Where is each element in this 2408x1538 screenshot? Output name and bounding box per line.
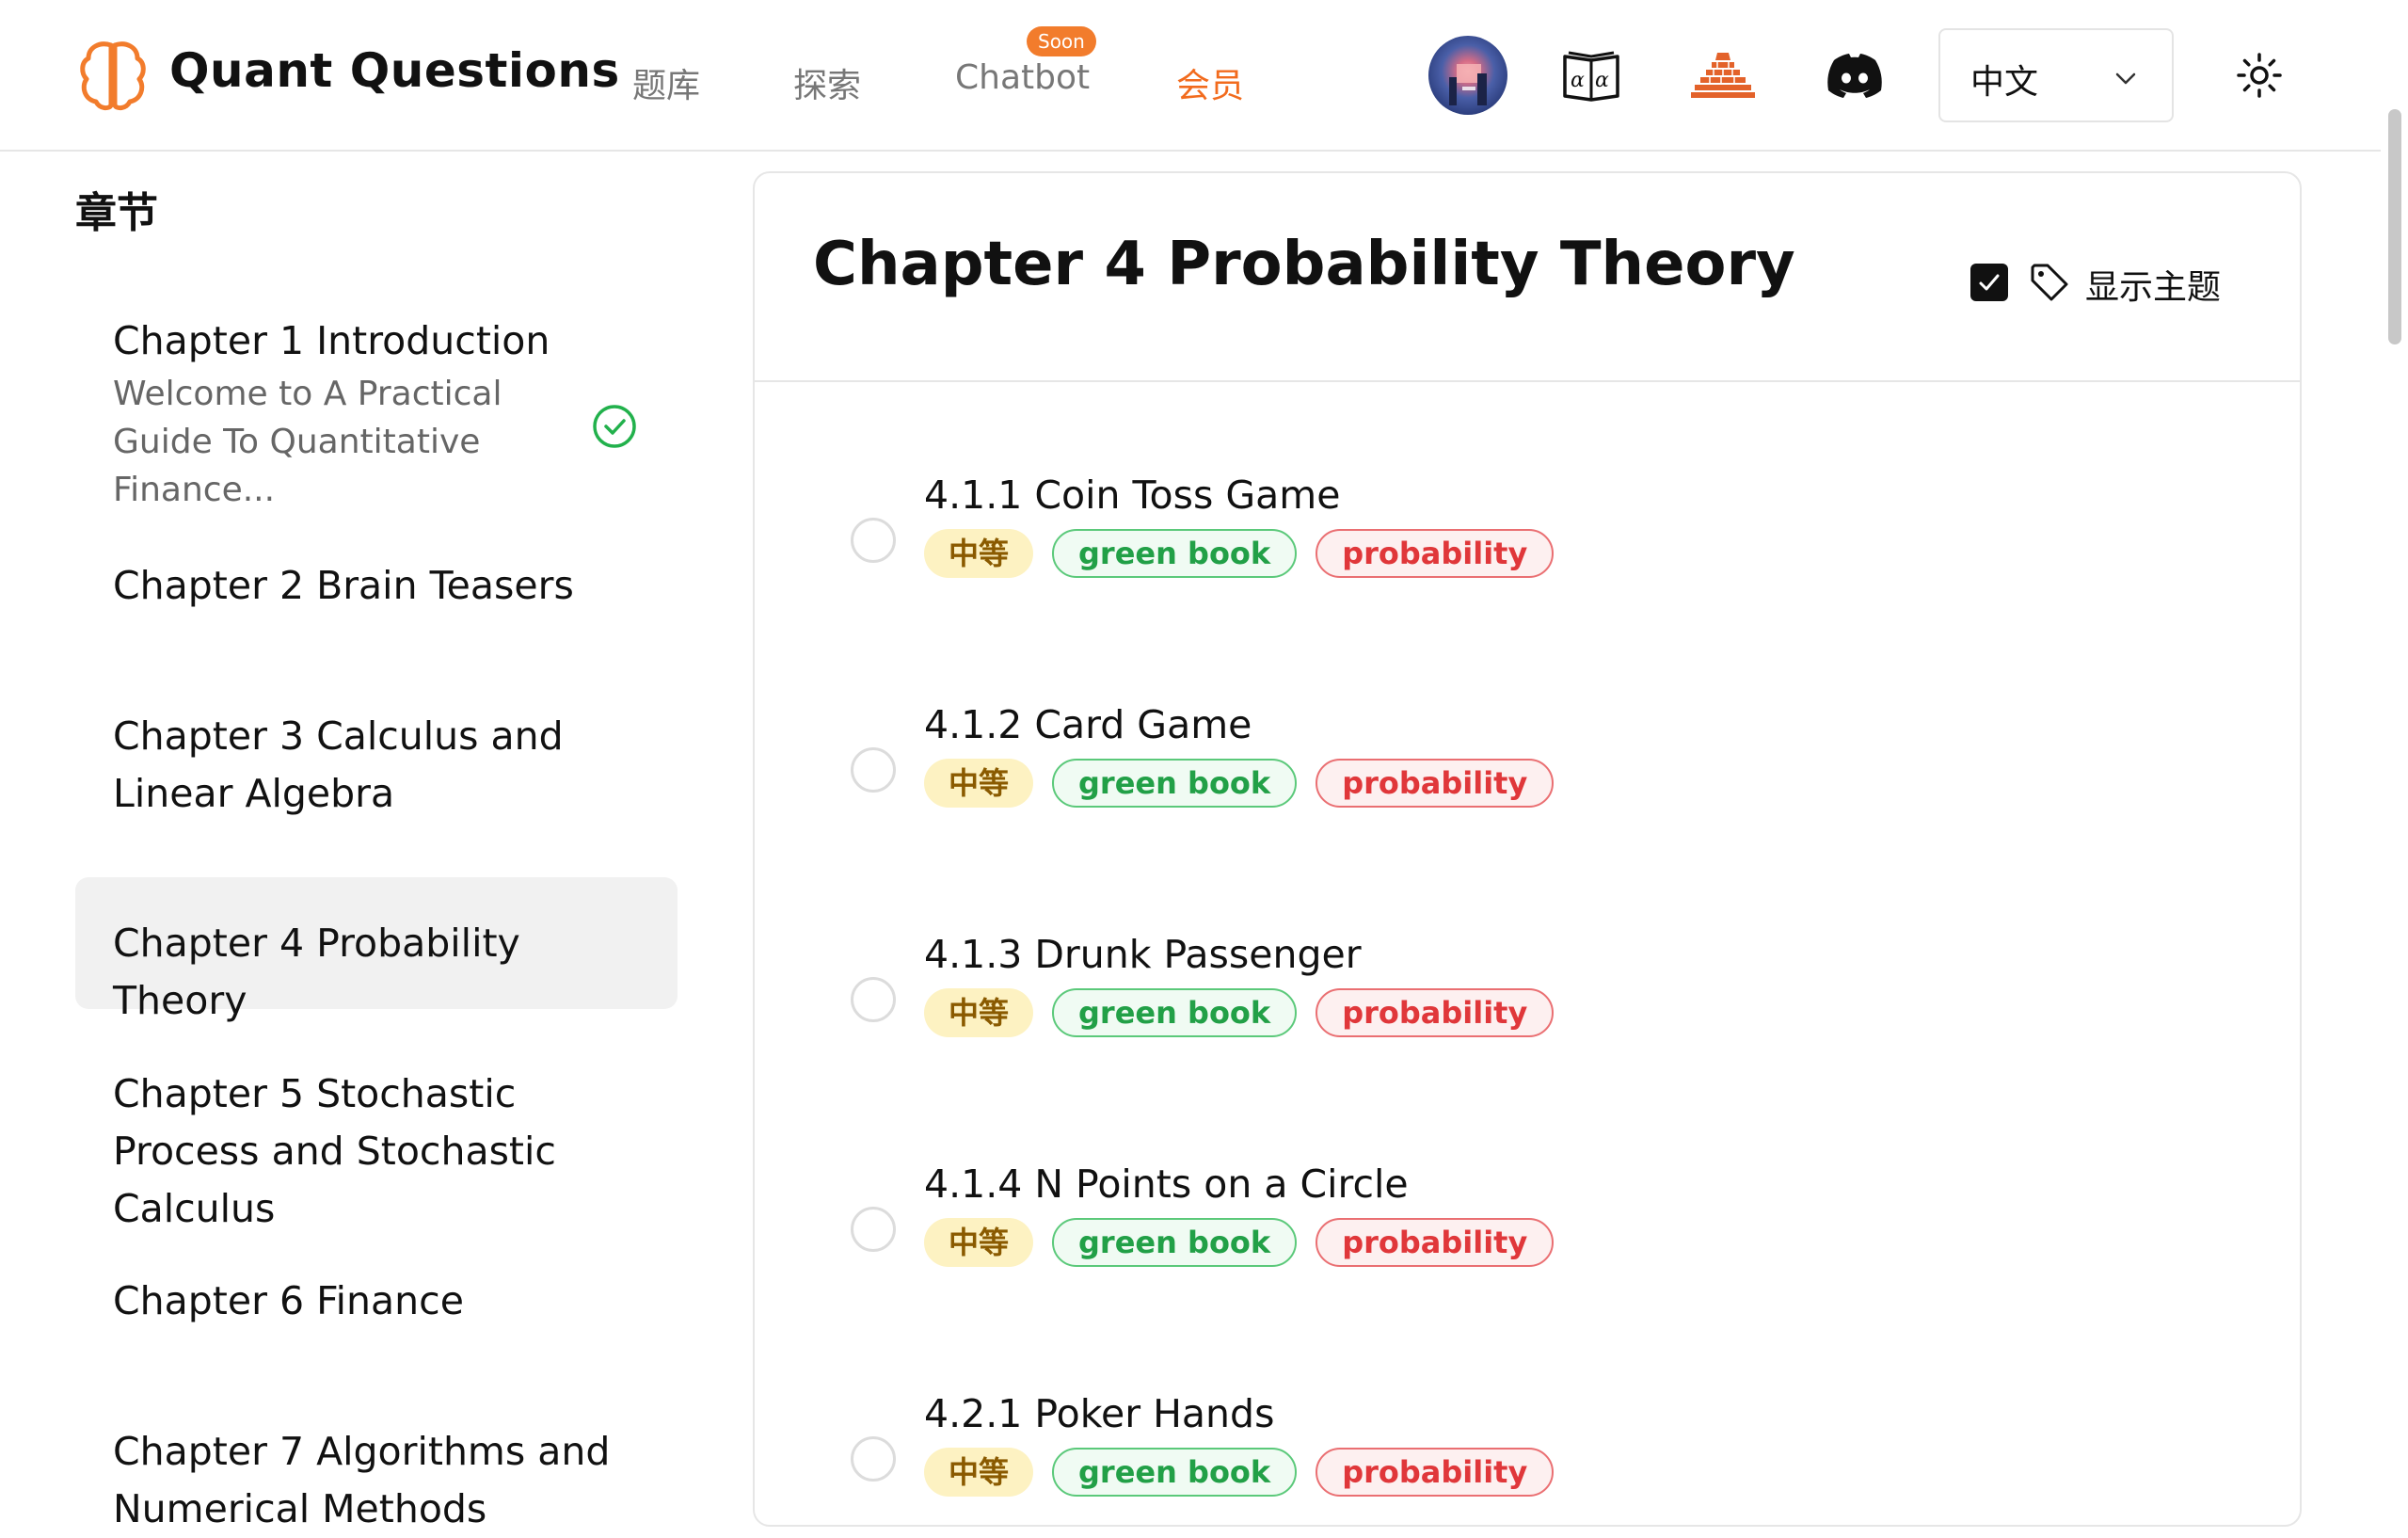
sidebar-chapter-7[interactable]: Chapter 7 Algorithms and Numerical Metho… xyxy=(75,1423,678,1538)
question-tags: 中等 green book probability xyxy=(924,1218,1555,1267)
chapter-label: Chapter 7 Algorithms and Numerical Metho… xyxy=(113,1429,611,1531)
question-item[interactable]: 4.1.3 Drunk Passenger 中等 green book prob… xyxy=(755,932,2300,1128)
book-tag[interactable]: green book xyxy=(1052,1448,1298,1497)
chevron-down-icon xyxy=(2115,72,2136,85)
difficulty-tag: 中等 xyxy=(924,759,1034,808)
chapter-label: Chapter 4 Probability Theory xyxy=(113,921,520,1023)
book-alpha-icon[interactable]: α α xyxy=(1557,41,1625,109)
topic-tag[interactable]: probability xyxy=(1316,1448,1555,1497)
chapter-subtitle: Welcome to A Practical Guide To Quantita… xyxy=(113,375,502,509)
question-tags: 中等 green book probability xyxy=(924,988,1555,1037)
soon-badge: Soon xyxy=(1027,26,1096,56)
chapter-label: Chapter 3 Calculus and Linear Algebra xyxy=(113,713,564,816)
question-item[interactable]: 4.1.1 Coin Toss Game 中等 green book proba… xyxy=(755,473,2300,668)
question-status-radio[interactable] xyxy=(851,1207,896,1252)
avatar[interactable] xyxy=(1428,36,1507,115)
question-status-radio[interactable] xyxy=(851,747,896,793)
sidebar-chapter-2[interactable]: Chapter 2 Brain Teasers xyxy=(75,557,678,615)
svg-text:α: α xyxy=(1571,69,1585,92)
sidebar-chapter-1[interactable]: Chapter 1 Introduction Welcome to A Prac… xyxy=(75,312,678,514)
language-select[interactable]: 中文 xyxy=(1938,28,2174,122)
show-topic-label: 显示主题 xyxy=(2085,268,2222,307)
topic-tag[interactable]: probability xyxy=(1316,988,1555,1037)
book-tag[interactable]: green book xyxy=(1052,759,1298,808)
discord-icon[interactable] xyxy=(1821,41,1889,109)
topic-tag[interactable]: probability xyxy=(1316,1218,1555,1267)
svg-text:α: α xyxy=(1595,69,1609,92)
chapter-card: Chapter 4 Probability Theory 显示主题 4.1.1 … xyxy=(753,171,2302,1527)
question-item[interactable]: 4.1.4 N Points on a Circle 中等 green book… xyxy=(755,1162,2300,1357)
sidebar-chapter-6[interactable]: Chapter 6 Finance xyxy=(75,1273,678,1330)
question-item[interactable]: 4.2.1 Poker Hands 中等 green book probabil… xyxy=(755,1391,2300,1525)
completed-check-icon xyxy=(593,405,636,448)
show-topic-checkbox[interactable] xyxy=(1970,264,2008,301)
sidebar-chapter-4[interactable]: Chapter 4 Probability Theory xyxy=(75,877,678,1023)
topic-tag[interactable]: probability xyxy=(1316,529,1555,578)
topic-tag[interactable]: probability xyxy=(1316,759,1555,808)
language-value: 中文 xyxy=(1970,63,2039,102)
nav-explore[interactable]: 探索 xyxy=(793,58,861,107)
difficulty-tag: 中等 xyxy=(924,988,1034,1037)
tag-icon xyxy=(2031,264,2068,301)
chapter-label: Chapter 5 Stochastic Process and Stochas… xyxy=(113,1071,556,1231)
checkmark-icon xyxy=(1979,274,2000,291)
book-tag[interactable]: green book xyxy=(1052,1218,1298,1267)
book-tag[interactable]: green book xyxy=(1052,988,1298,1037)
card-header: Chapter 4 Probability Theory 显示主题 xyxy=(755,173,2300,382)
question-status-radio[interactable] xyxy=(851,977,896,1022)
chapter-label: Chapter 1 Introduction xyxy=(113,318,550,363)
top-navbar: Quant Questions 题库 探索 Chatbot Soon 会员 α … xyxy=(0,0,2381,152)
brand-name[interactable]: Quant Questions xyxy=(169,43,620,98)
question-status-radio[interactable] xyxy=(851,1436,896,1482)
question-tags: 中等 green book probability xyxy=(924,1448,1555,1497)
brain-logo-icon[interactable] xyxy=(75,38,151,113)
chapter-label: Chapter 6 Finance xyxy=(113,1278,464,1323)
nav-chatbot[interactable]: Chatbot xyxy=(955,58,1090,97)
question-status-radio[interactable] xyxy=(851,518,896,563)
great-wall-icon[interactable] xyxy=(1689,41,1757,109)
sun-icon[interactable] xyxy=(2233,49,2286,102)
difficulty-tag: 中等 xyxy=(924,1448,1034,1497)
question-title[interactable]: 4.2.1 Poker Hands xyxy=(924,1391,1274,1436)
nav-membership[interactable]: 会员 xyxy=(1176,58,1244,107)
question-title[interactable]: 4.1.1 Coin Toss Game xyxy=(924,473,1340,518)
question-item[interactable]: 4.1.2 Card Game 中等 green book probabilit… xyxy=(755,702,2300,898)
sidebar-title: 章节 xyxy=(75,189,158,237)
difficulty-tag: 中等 xyxy=(924,529,1034,578)
difficulty-tag: 中等 xyxy=(924,1218,1034,1267)
sidebar-chapter-3[interactable]: Chapter 3 Calculus and Linear Algebra xyxy=(75,708,678,823)
question-title[interactable]: 4.1.4 N Points on a Circle xyxy=(924,1162,1409,1207)
question-title[interactable]: 4.1.3 Drunk Passenger xyxy=(924,932,1362,977)
nav-question-bank[interactable]: 题库 xyxy=(632,58,700,107)
book-tag[interactable]: green book xyxy=(1052,529,1298,578)
page-title: Chapter 4 Probability Theory xyxy=(813,230,1795,299)
question-title[interactable]: 4.1.2 Card Game xyxy=(924,702,1252,747)
chapter-label: Chapter 2 Brain Teasers xyxy=(113,563,574,608)
sidebar-chapter-5[interactable]: Chapter 5 Stochastic Process and Stochas… xyxy=(75,1065,678,1238)
question-tags: 中等 green book probability xyxy=(924,759,1555,808)
question-tags: 中等 green book probability xyxy=(924,529,1555,578)
page-scrollbar[interactable] xyxy=(2388,109,2401,344)
